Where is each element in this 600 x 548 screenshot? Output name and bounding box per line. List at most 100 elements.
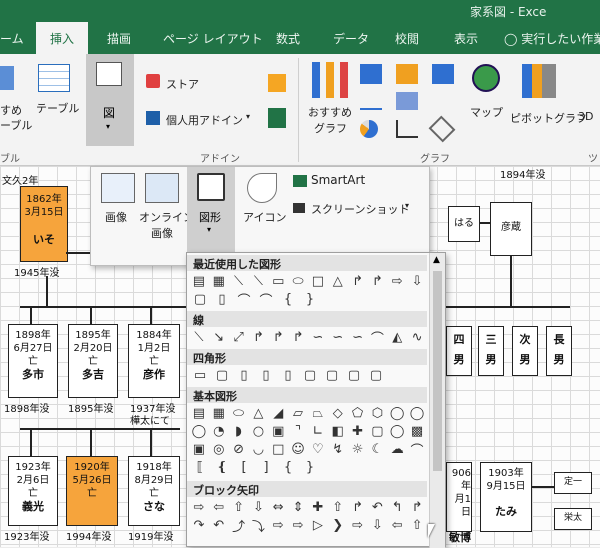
bent-arrow-icon[interactable]: ↱ <box>350 499 366 515</box>
frame-icon[interactable]: ▣ <box>270 423 286 439</box>
icons-label[interactable]: アイコン <box>243 209 286 225</box>
person-card-yoshimitsu[interactable]: 1923年 2月6日 亡 義光 <box>8 456 58 526</box>
curve-icon[interactable]: ⌒ <box>235 291 253 309</box>
arrow-up-icon[interactable]: ⇧ <box>231 499 247 515</box>
tab-home[interactable]: ーム <box>0 30 24 47</box>
person-card-tami[interactable]: 1903年 9月15日 たみ <box>480 462 532 532</box>
freeform-icon[interactable]: ◭ <box>389 329 405 345</box>
brace-right-icon[interactable]: } <box>301 459 319 475</box>
elbow-connector-icon[interactable]: ↱ <box>350 273 366 289</box>
column-chart-icon[interactable] <box>360 64 382 84</box>
gallery-scrollbar[interactable]: ▲ <box>429 253 445 548</box>
3d-map-label[interactable]: 3D <box>578 110 593 123</box>
snip-rect-icon[interactable]: ▯ <box>235 367 253 383</box>
rounded-rect-icon[interactable]: ▢ <box>191 291 209 307</box>
globe-icon[interactable] <box>472 64 500 92</box>
l-shape-icon[interactable]: ∟ <box>310 423 326 439</box>
bevel-icon[interactable]: ▣ <box>191 441 207 457</box>
double-bracket-icon[interactable]: ⟦ <box>191 459 209 475</box>
curved-arrow-icon[interactable]: ∽ <box>330 329 346 345</box>
person-card-iso[interactable]: 1862年 3月15日 いそ <box>20 186 68 262</box>
octagon-icon[interactable]: ◯ <box>409 405 425 421</box>
person-card-tashi[interactable]: 1898年 6月27日 亡 多市 <box>8 324 58 398</box>
callout-right-arrow-icon[interactable]: ⇨ <box>350 517 366 533</box>
chord-icon[interactable]: ◗ <box>231 423 247 439</box>
waterfall-chart-icon[interactable] <box>432 64 454 84</box>
brace-left-icon[interactable]: { <box>279 291 297 307</box>
brace-right-icon[interactable]: } <box>301 291 319 307</box>
text-icon[interactable]: ▦ <box>211 405 227 421</box>
shapes-button[interactable]: 図形 ▾ <box>187 167 235 253</box>
tab-formulas[interactable]: 数式 <box>276 30 300 47</box>
text-icon[interactable]: ▦ <box>211 273 227 289</box>
oval-icon[interactable]: ⬭ <box>231 405 247 421</box>
arrow-left-right-icon[interactable]: ⇔ <box>270 499 286 515</box>
elbow-connector-icon[interactable]: ↱ <box>250 329 266 345</box>
left-right-up-arrow-icon[interactable]: ⇧ <box>330 499 346 515</box>
left-bracket-icon[interactable]: [ <box>235 459 253 475</box>
person-card-hikosaku[interactable]: 1884年 1月2日 亡 彦作 <box>128 324 180 398</box>
curved-double-arrow-icon[interactable]: ∽ <box>350 329 366 345</box>
son-card-4[interactable]: 四 男 <box>446 326 472 376</box>
cloud-icon[interactable]: ☁ <box>389 441 405 457</box>
double-arrow-line-icon[interactable]: ⤢ <box>231 329 247 345</box>
pie-chart-icon[interactable] <box>360 120 378 138</box>
son-card-3[interactable]: 三 男 <box>478 326 504 376</box>
hierarchy-chart-icon[interactable] <box>396 64 418 84</box>
striped-arrow-icon[interactable]: ⇨ <box>270 517 286 533</box>
person-card-sana[interactable]: 1918年 8月29日 亡 さな <box>128 456 180 526</box>
textbox-icon[interactable]: ▤ <box>191 273 207 289</box>
arrow-up-down-icon[interactable]: ⇕ <box>290 499 306 515</box>
pivot-chart-label[interactable]: ピボットグラフ <box>510 110 587 126</box>
right-bracket-icon[interactable]: ] <box>257 459 275 475</box>
cross-icon[interactable]: ✚ <box>350 423 366 439</box>
line-icon[interactable]: ⟍ <box>191 329 207 345</box>
tab-data[interactable]: データ <box>333 30 369 47</box>
table-icon[interactable] <box>38 64 70 92</box>
scatter-chart-icon[interactable] <box>396 120 418 138</box>
hexagon-icon[interactable]: ⬡ <box>369 405 385 421</box>
lightning-bolt-icon[interactable]: ↯ <box>330 441 346 457</box>
smartart-label[interactable]: SmartArt <box>311 173 365 187</box>
left-up-arrow-icon[interactable]: ↰ <box>389 499 405 515</box>
person-card-toshihiro[interactable]: 906年 月1日 敏博 <box>446 462 472 544</box>
diamond-icon[interactable]: ◇ <box>330 405 346 421</box>
people-graph-icon[interactable] <box>268 108 286 128</box>
map-label[interactable]: マップ <box>470 104 503 120</box>
statistic-chart-icon[interactable] <box>396 92 418 110</box>
decagon-icon[interactable]: ◯ <box>191 423 207 439</box>
tab-insert[interactable]: 挿入 <box>36 22 89 54</box>
scribble-icon[interactable]: ∿ <box>409 329 425 345</box>
right-triangle-icon[interactable]: ◢ <box>270 405 286 421</box>
round-rect-icon[interactable]: ▢ <box>323 367 341 383</box>
son-card-1[interactable]: 長 男 <box>546 326 572 376</box>
person-card-takichi[interactable]: 1895年 2月20日 亡 多吉 <box>68 324 118 398</box>
callout-up-arrow-icon[interactable]: ⇧ <box>409 517 425 533</box>
cube-icon[interactable]: ▩ <box>409 423 425 439</box>
arrow-down-icon[interactable]: ⇩ <box>250 499 266 515</box>
callout-left-arrow-icon[interactable]: ⇦ <box>389 517 405 533</box>
heart-icon[interactable]: ♡ <box>310 441 326 457</box>
curve-icon[interactable]: ⌒ <box>369 329 385 347</box>
line-chart-icon[interactable] <box>360 92 382 110</box>
picture-icon[interactable] <box>101 173 135 203</box>
rectangle-icon[interactable]: ▭ <box>270 273 286 289</box>
tab-draw[interactable]: 描画 <box>107 30 131 47</box>
online-picture-label-1[interactable]: オンライン <box>139 209 194 225</box>
screenshot-label[interactable]: スクリーンショット <box>311 201 409 217</box>
curved-right-arrow-icon[interactable]: ↷ <box>191 517 207 533</box>
person-card-eita[interactable]: 栄太 <box>554 508 592 530</box>
bent-up-arrow-icon[interactable]: ↱ <box>409 499 425 515</box>
addins-label[interactable]: 個人用アドイン <box>166 112 243 128</box>
arrow-line-icon[interactable]: ↘ <box>211 329 227 345</box>
son-card-2[interactable]: 次 男 <box>512 326 538 376</box>
tab-page-layout[interactable]: ページ レイアウト <box>163 30 263 47</box>
quad-arrow-icon[interactable]: ✚ <box>310 499 326 515</box>
pentagon-icon[interactable]: ⬠ <box>350 405 366 421</box>
arrow-left-icon[interactable]: ⇦ <box>211 499 227 515</box>
rounded-rect-icon[interactable]: ▢ <box>213 367 231 383</box>
snip-rect-icon[interactable]: ▯ <box>257 367 275 383</box>
smiley-face-icon[interactable]: ☺ <box>290 441 306 457</box>
double-brace-icon[interactable]: ❴ <box>213 459 231 475</box>
online-picture-label-2[interactable]: 画像 <box>151 225 173 241</box>
